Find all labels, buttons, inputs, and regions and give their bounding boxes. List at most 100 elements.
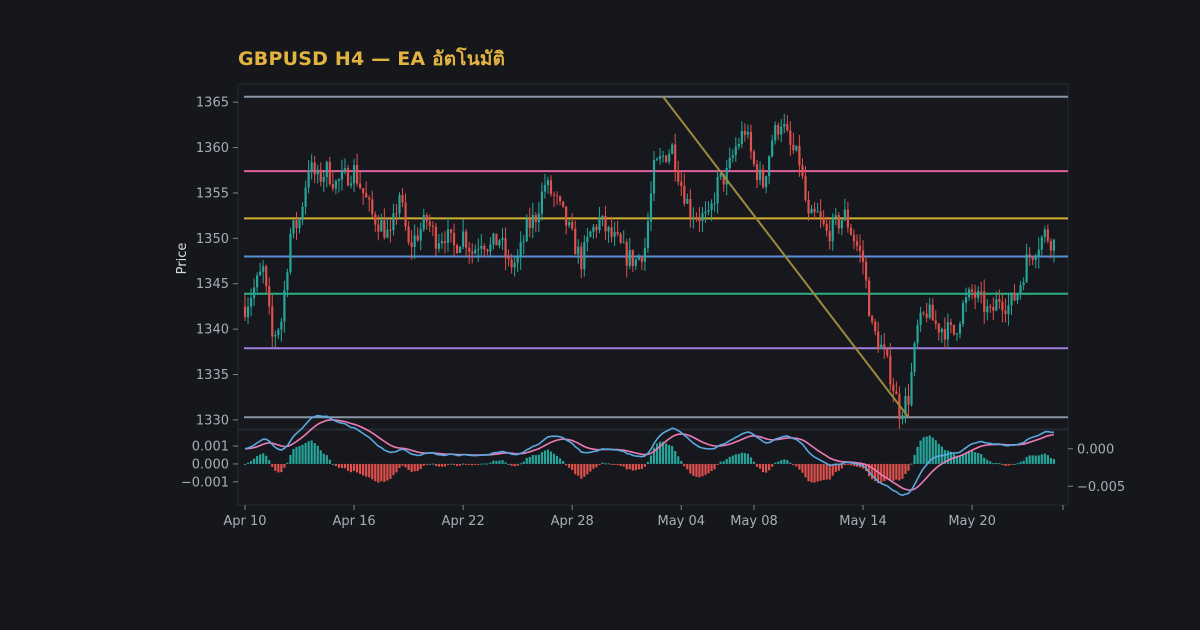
macd-histogram-bar bbox=[974, 452, 977, 464]
candle-body bbox=[1025, 254, 1028, 283]
candle-body bbox=[661, 155, 665, 157]
x-tick-label: Apr 10 bbox=[223, 514, 266, 529]
macd-histogram-bar bbox=[825, 463, 828, 480]
candle-body bbox=[925, 313, 928, 318]
macd-histogram-bar bbox=[380, 463, 383, 482]
candle-body bbox=[707, 209, 710, 212]
candle-body bbox=[371, 199, 374, 215]
macd-histogram-bar bbox=[443, 463, 447, 467]
macd-histogram-bar bbox=[1040, 454, 1043, 464]
candle-body bbox=[352, 164, 356, 184]
candle-body bbox=[931, 304, 934, 321]
macd-histogram-bar bbox=[446, 463, 450, 465]
macd-right-tick-label: −0.005 bbox=[1077, 480, 1125, 495]
macd-histogram-bar bbox=[537, 454, 540, 464]
candle-body bbox=[858, 245, 862, 251]
macd-histogram-bar bbox=[692, 463, 695, 476]
candle-body bbox=[846, 209, 849, 228]
candle-body bbox=[765, 176, 768, 188]
macd-histogram-bar bbox=[901, 463, 904, 479]
macd-histogram-bar bbox=[546, 449, 550, 464]
macd-histogram-bar bbox=[665, 443, 668, 464]
macd-histogram-bar bbox=[555, 455, 559, 464]
candle-body bbox=[368, 197, 371, 200]
macd-histogram-bar bbox=[431, 463, 434, 465]
candle-body bbox=[577, 246, 580, 255]
x-tick-label: May 04 bbox=[657, 514, 705, 529]
macd-histogram-bar bbox=[704, 463, 707, 475]
macd-histogram-bar bbox=[819, 463, 822, 481]
candle-body bbox=[986, 306, 989, 313]
macd-histogram-bar bbox=[631, 463, 634, 471]
macd-histogram-bar bbox=[589, 463, 592, 472]
macd-histogram-bar bbox=[540, 452, 543, 464]
candle-body bbox=[928, 304, 931, 318]
candle-body bbox=[1028, 254, 1031, 258]
candle-body bbox=[398, 195, 401, 214]
macd-histogram-bar bbox=[313, 443, 316, 464]
price-y-tick-label: 1355 bbox=[196, 186, 229, 201]
macd-histogram-bar bbox=[328, 459, 331, 464]
macd-histogram-bar bbox=[922, 437, 925, 464]
candle-body bbox=[758, 169, 762, 181]
macd-histogram-bar bbox=[356, 463, 359, 473]
macd-histogram-bar bbox=[628, 463, 631, 470]
macd-histogram-bar bbox=[274, 463, 277, 471]
candle-body bbox=[983, 291, 986, 313]
candle-body bbox=[380, 220, 383, 232]
candle-body bbox=[389, 229, 392, 231]
candle-body bbox=[468, 247, 471, 252]
candle-body bbox=[798, 145, 801, 166]
candle-body bbox=[877, 331, 880, 350]
macd-histogram-bar bbox=[643, 463, 647, 467]
macd-histogram-bar bbox=[701, 463, 704, 477]
x-tick-label: May 08 bbox=[730, 514, 778, 529]
macd-histogram-bar bbox=[907, 463, 910, 471]
candle-body bbox=[916, 324, 919, 344]
macd-histogram-bar bbox=[698, 463, 701, 478]
candle-body bbox=[771, 140, 774, 157]
candle-body bbox=[410, 242, 413, 247]
candle-body bbox=[325, 162, 328, 177]
candle-body bbox=[752, 151, 756, 165]
macd-histogram-bar bbox=[695, 463, 698, 477]
macd-histogram-bar bbox=[892, 463, 895, 481]
candle-body bbox=[816, 211, 819, 213]
candle-body bbox=[416, 235, 419, 241]
candle-body bbox=[874, 321, 877, 332]
macd-histogram-bar bbox=[810, 463, 813, 483]
candle-body bbox=[265, 266, 268, 287]
candle-body bbox=[761, 169, 765, 188]
candle-body bbox=[749, 131, 753, 152]
candle-body bbox=[374, 214, 377, 225]
candle-body bbox=[510, 259, 513, 268]
macd-histogram-bar bbox=[316, 445, 319, 464]
candle-body bbox=[1052, 239, 1056, 251]
price-y-tick-label: 1350 bbox=[196, 232, 229, 247]
candle-body bbox=[1049, 241, 1052, 251]
candle-body bbox=[289, 233, 292, 273]
macd-histogram-bar bbox=[586, 463, 589, 475]
candle-body bbox=[634, 259, 637, 267]
candle-body bbox=[768, 156, 771, 177]
candle-body bbox=[498, 240, 501, 246]
macd-histogram-bar bbox=[713, 463, 716, 470]
price-y-tick-label: 1335 bbox=[196, 368, 229, 383]
candle-body bbox=[710, 203, 713, 210]
candle-body bbox=[428, 221, 431, 226]
price-y-tick-label: 1345 bbox=[196, 277, 229, 292]
macd-histogram-bar bbox=[722, 461, 725, 464]
x-tick-label: May 14 bbox=[839, 514, 887, 529]
macd-histogram-bar bbox=[498, 460, 501, 464]
candle-body bbox=[407, 226, 410, 243]
candle-body bbox=[589, 231, 592, 237]
candle-body bbox=[977, 291, 980, 298]
macd-histogram-bar bbox=[434, 463, 437, 466]
candle-body bbox=[701, 213, 704, 222]
candle-body bbox=[274, 334, 277, 337]
candle-body bbox=[783, 123, 786, 127]
macd-histogram-bar bbox=[822, 463, 825, 481]
candle-body bbox=[459, 246, 462, 253]
macd-histogram-bar bbox=[740, 452, 743, 464]
candle-body bbox=[922, 312, 925, 314]
